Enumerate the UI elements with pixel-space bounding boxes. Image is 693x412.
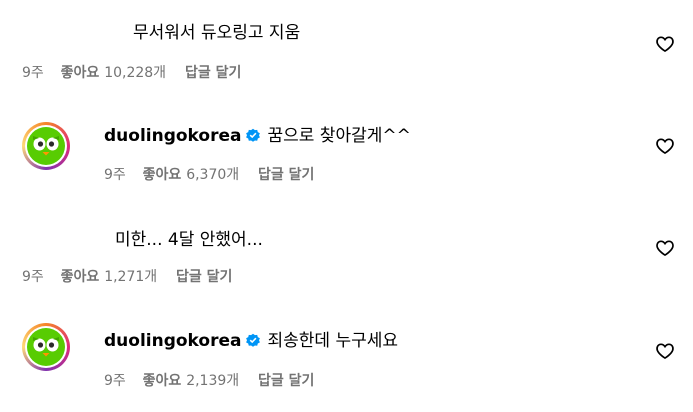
comment-username[interactable]: duolingokorea: [104, 126, 241, 146]
comment-text: 꿈으로 찾아갈게^^: [267, 126, 411, 146]
comment-item: 무서워서 듀오링고 지움 9주 좋아요 10,228개 답글 달기: [0, 0, 693, 100]
reply-button[interactable]: 답글 달기: [258, 167, 314, 183]
avatar[interactable]: [22, 122, 70, 170]
heart-outline-icon[interactable]: [655, 238, 675, 258]
comment-username[interactable]: duolingokorea: [104, 331, 241, 351]
heart-outline-icon[interactable]: [655, 136, 675, 156]
comment-body: duolingokorea 꿈으로 찾아갈게^^: [104, 125, 411, 147]
comment-text: 죄송한데 누구세요: [267, 331, 399, 351]
duolingo-owl-avatar: [27, 328, 65, 366]
comment-item: 미한... 4달 안했어... 9주 좋아요 1,271개 답글 달기: [0, 200, 693, 305]
comment-likes: 좋아요 1,271개: [60, 269, 158, 285]
avatar[interactable]: [22, 323, 70, 371]
comment-time: 9주: [22, 269, 44, 285]
comment-text: 미한... 4달 안했어...: [115, 230, 263, 250]
duolingo-owl-avatar: [27, 127, 65, 165]
comment-item: duolingokorea 꿈으로 찾아갈게^^ 9주 좋아요 6,370개 답글…: [0, 100, 693, 200]
comment-likes: 좋아요 6,370개: [142, 167, 240, 183]
verified-badge-icon: [246, 128, 261, 142]
comment-item: duolingokorea 죄송한데 누구세요 9주 좋아요 2,139개 답글 …: [0, 305, 693, 412]
reply-button[interactable]: 답글 달기: [258, 373, 314, 389]
comment-text: 무서워서 듀오링고 지움: [133, 23, 301, 43]
comment-time: 9주: [104, 167, 126, 183]
reply-button[interactable]: 답글 달기: [176, 269, 232, 285]
comment-meta: 9주 좋아요 1,271개 답글 달기: [22, 268, 232, 286]
comment-time: 9주: [22, 65, 44, 81]
heart-outline-icon[interactable]: [655, 341, 675, 361]
comment-meta: 9주 좋아요 10,228개 답글 달기: [22, 64, 241, 82]
comment-meta: 9주 좋아요 2,139개 답글 달기: [104, 372, 314, 390]
verified-badge-icon: [246, 333, 261, 347]
comment-likes: 좋아요 10,228개: [60, 65, 167, 81]
comment-body: duolingokorea 죄송한데 누구세요: [104, 330, 398, 352]
comment-likes: 좋아요 2,139개: [142, 373, 240, 389]
comment-meta: 9주 좋아요 6,370개 답글 달기: [104, 166, 314, 184]
heart-outline-icon[interactable]: [655, 34, 675, 54]
reply-button[interactable]: 답글 달기: [185, 65, 241, 81]
comment-time: 9주: [104, 373, 126, 389]
